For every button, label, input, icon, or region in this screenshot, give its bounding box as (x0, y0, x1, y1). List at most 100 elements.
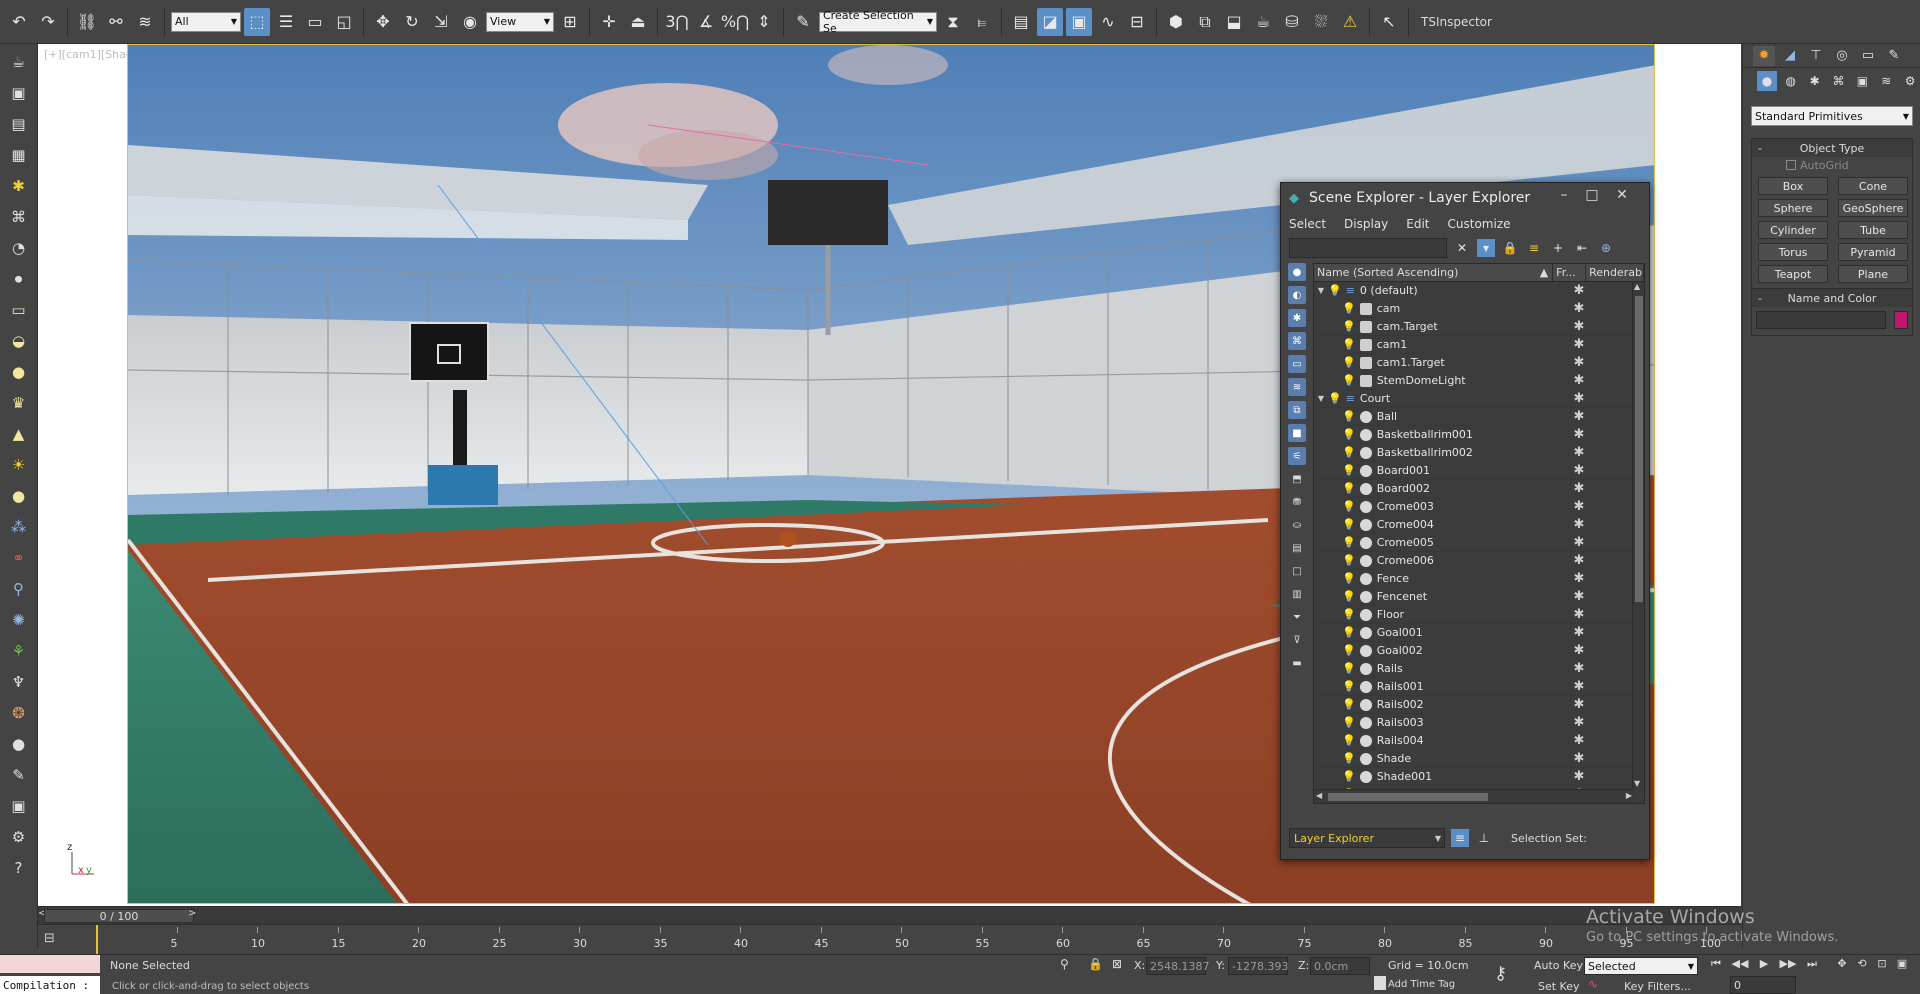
explorer-type-dropdown[interactable]: Layer Explorer ▼ (1289, 828, 1445, 848)
go-to-end-icon[interactable]: ⏭ (1802, 957, 1822, 973)
freeze-toggle-icon[interactable]: ✱ (1562, 481, 1596, 496)
mini-curve-editor-icon[interactable]: ⊟ (44, 931, 55, 946)
visibility-bulb-icon[interactable]: 💡 (1342, 716, 1356, 729)
scroll-right-icon[interactable]: ▶ (1626, 791, 1632, 800)
move-icon[interactable]: ✥ (370, 8, 396, 36)
freeze-toggle-icon[interactable]: ✱ (1562, 355, 1596, 370)
schematic-view-icon[interactable]: ⊟ (1124, 8, 1150, 36)
primitive-cone-button[interactable]: Cone (1838, 177, 1908, 195)
tree-row[interactable]: 💡 Basketballrim002 ✱ (1314, 444, 1644, 462)
particles-icon[interactable]: ⁂ (6, 515, 32, 539)
light-bulb-icon[interactable]: ✱ (6, 174, 32, 198)
spacewarps-filter-icon[interactable]: ≋ (1288, 378, 1306, 396)
helpers-filter-icon[interactable]: ▭ (1288, 355, 1306, 373)
teapot-icon[interactable]: ☕ (6, 50, 32, 74)
xrefs-filter-icon[interactable]: ■ (1288, 424, 1306, 442)
find-field[interactable] (1289, 238, 1447, 258)
keyboard-shortcut-override-icon[interactable]: ⏏ (625, 8, 651, 36)
key-icon[interactable]: ⚷ (1494, 963, 1507, 984)
pivot-center-icon[interactable]: ⊞ (557, 8, 583, 36)
primitive-torus-button[interactable]: Torus (1758, 243, 1828, 261)
tree-row[interactable]: 💡 Crome005 ✱ (1314, 534, 1644, 552)
visibility-bulb-icon[interactable]: 💡 (1342, 590, 1356, 603)
primitive-type-dropdown[interactable]: Standard Primitives ▼ (1751, 106, 1913, 126)
sort-by-layer-icon[interactable]: ≡ (1451, 829, 1469, 847)
camera-icon[interactable]: ⌘ (6, 205, 32, 229)
dome-icon[interactable]: ◒ (6, 329, 32, 353)
expand-triangle-icon[interactable]: ▼ (1314, 286, 1328, 295)
settings-icon[interactable]: ⚙ (6, 825, 32, 849)
freeze-toggle-icon[interactable]: ✱ (1562, 499, 1596, 514)
create-tab-icon[interactable]: ✹ (1753, 45, 1775, 66)
menu-select[interactable]: Select (1289, 217, 1326, 231)
visibility-bulb-icon[interactable]: 💡 (1342, 500, 1356, 513)
set-key-button[interactable]: Set Key (1538, 980, 1580, 993)
grass-icon[interactable]: ⚘ (6, 639, 32, 663)
visibility-bulb-icon[interactable]: 💡 (1342, 608, 1356, 621)
freeze-toggle-icon[interactable]: ✱ (1562, 589, 1596, 604)
display-none-icon[interactable]: □ (1288, 562, 1306, 580)
primitive-geosphere-button[interactable]: GeoSphere (1838, 199, 1908, 217)
freeze-toggle-icon[interactable]: ✱ (1562, 553, 1596, 568)
material-sphere-icon[interactable]: ● (6, 732, 32, 756)
object-name-input[interactable] (1756, 311, 1887, 329)
funnel-icon[interactable]: ⏷ (1288, 608, 1306, 626)
render-frame-icon[interactable]: ▣ (6, 81, 32, 105)
add-time-tag[interactable]: Add Time Tag (1388, 979, 1455, 990)
add-to-layer-icon[interactable]: ⇤ (1573, 239, 1591, 257)
unlink-icon[interactable]: ⚯ (103, 8, 129, 36)
hidden-filter-icon[interactable]: ⛀ (1288, 516, 1306, 534)
tree-row[interactable]: 💡 StemDomeLight ✱ (1314, 372, 1644, 390)
tree-row[interactable]: 💡 Fence ✱ (1314, 570, 1644, 588)
helpers-category-icon[interactable]: ▣ (1852, 71, 1872, 91)
link-icon[interactable]: ⛓ (74, 8, 100, 36)
place-icon[interactable]: ◉ (457, 8, 483, 36)
freeze-toggle-icon[interactable]: ✱ (1562, 427, 1596, 442)
tree-row[interactable]: 💡 Board002 ✱ (1314, 480, 1644, 498)
rendered-frame-window-icon[interactable]: ⬓ (1221, 8, 1247, 36)
pointer-tool-icon[interactable]: ↖ (1376, 8, 1402, 36)
visibility-bulb-icon[interactable]: 💡 (1342, 554, 1356, 567)
horizontal-scroll-thumb[interactable] (1328, 793, 1488, 801)
previous-frame-icon[interactable]: ◀◀ (1730, 957, 1750, 973)
lights-filter-icon[interactable]: ✱ (1288, 309, 1306, 327)
object-type-rollout-header[interactable]: - Object Type (1752, 139, 1912, 157)
object-color-swatch[interactable] (1894, 311, 1908, 329)
script-icon[interactable]: ✎ (6, 763, 32, 787)
molecule-icon[interactable]: ⚭ (6, 546, 32, 570)
z-coordinate-field[interactable]: 0.0cm (1310, 957, 1370, 975)
frozen-filter-icon[interactable]: ⛃ (1288, 493, 1306, 511)
toggle-ribbon-icon[interactable]: ▤ (1008, 8, 1034, 36)
horizontal-scrollbar[interactable]: ◀ ▶ (1314, 789, 1634, 803)
maximize-viewport-icon[interactable]: ▣ (1892, 957, 1912, 973)
selection-lock-icon[interactable]: 🔒 (1088, 957, 1103, 971)
clear-search-icon[interactable]: ✕ (1453, 239, 1471, 257)
freeze-toggle-icon[interactable]: ✱ (1562, 373, 1596, 388)
biped-icon[interactable]: ❂ (6, 701, 32, 725)
render-window-icon[interactable]: ▣ (6, 794, 32, 818)
tree-row[interactable]: 💡 Goal002 ✱ (1314, 642, 1644, 660)
cameras-filter-icon[interactable]: ⌘ (1288, 332, 1306, 350)
filter-icon[interactable]: ▾ (1477, 239, 1495, 257)
video-camera-icon[interactable]: ⏺ (6, 267, 32, 291)
angle-snap-icon[interactable]: ∡ (693, 8, 719, 36)
geometry-filter-icon[interactable]: ● (1288, 263, 1306, 281)
visibility-bulb-icon[interactable]: 💡 (1342, 734, 1356, 747)
align-icon[interactable]: ⫢ (969, 8, 995, 36)
add-layer-icon[interactable]: + (1549, 239, 1567, 257)
select-manipulate-icon[interactable]: ✛ (596, 8, 622, 36)
visibility-bulb-icon[interactable]: 💡 (1342, 644, 1356, 657)
scroll-left-icon[interactable]: ◀ (1316, 791, 1322, 800)
freeze-toggle-icon[interactable]: ✱ (1562, 571, 1596, 586)
selection-filter-dropdown[interactable]: All ▼ (171, 11, 241, 32)
hierarchy-tab-icon[interactable]: ⊤ (1805, 46, 1827, 66)
select-by-name-icon[interactable]: ☰ (273, 8, 299, 36)
layer-explorer-icon[interactable]: ◪ (1037, 7, 1063, 36)
visibility-bulb-icon[interactable]: 💡 (1342, 770, 1356, 783)
select-object-icon[interactable]: ⬚ (244, 7, 270, 36)
undo-icon[interactable]: ↶ (6, 8, 32, 36)
tree-row[interactable]: 💡 cam ✱ (1314, 300, 1644, 318)
sphere-object-icon[interactable]: ● (6, 360, 32, 384)
close-icon[interactable]: ✕ (1609, 187, 1635, 207)
bones-filter-icon[interactable]: ⚟ (1288, 447, 1306, 465)
